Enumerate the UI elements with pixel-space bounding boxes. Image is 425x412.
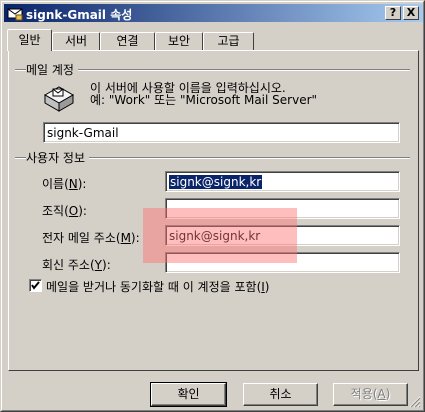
email-address-input[interactable]: signk@signk,kr — [165, 225, 400, 246]
cancel-button[interactable]: 취소 — [243, 383, 318, 406]
tab-panel-general: 메일 계정 이 서버에 사용할 이름을 입력하십시오. 예: "Work" 또는… — [8, 50, 419, 371]
organization-label: 조직(O): — [42, 204, 87, 218]
email-address-label: 전자 메일 주소(M): — [42, 231, 140, 245]
tab-label: 서버 — [64, 34, 88, 48]
checkmark-icon — [31, 281, 40, 290]
tab-label: 연결 — [116, 34, 139, 48]
include-account-checkbox[interactable] — [29, 279, 42, 292]
tab-advanced[interactable]: 고급 — [203, 32, 254, 50]
account-name-input[interactable]: signk-Gmail — [43, 122, 400, 143]
resize-grip-icon[interactable] — [409, 396, 421, 408]
user-info-group-label: 사용자 정보 — [26, 149, 90, 166]
window-title: signk-Gmail 속성 — [26, 8, 133, 22]
tab-label: 일반 — [18, 33, 41, 47]
name-label: 이름(N): — [42, 177, 87, 191]
apply-button[interactable]: 적용(A) — [333, 383, 408, 406]
mail-account-group-label: 메일 계정 — [26, 61, 78, 78]
tab-server[interactable]: 서버 — [52, 32, 100, 50]
name-input[interactable]: signk@signk,kr — [165, 171, 400, 192]
help-button[interactable]: ? — [385, 6, 401, 20]
tab-general[interactable]: 일반 — [7, 29, 52, 51]
ok-button[interactable]: 확인 — [150, 382, 227, 407]
tab-label: 보안 — [167, 34, 191, 48]
reply-address-input[interactable] — [165, 252, 400, 273]
reply-address-label: 회신 주소(Y): — [42, 258, 111, 272]
include-account-label: 메일을 받거나 동기화할 때 이 계정을 포함(I) — [46, 280, 270, 294]
close-button[interactable]: X — [403, 6, 419, 20]
mail-account-icon — [7, 8, 23, 21]
mail-server-icon — [43, 86, 75, 112]
tab-label: 고급 — [217, 34, 240, 48]
name-value: signk@signk,kr — [169, 175, 263, 189]
organization-input[interactable] — [165, 198, 400, 219]
properties-dialog: signk-Gmail 속성 ? X 일반 서버 연결 보안 고급 메일 계정 — [0, 0, 425, 412]
tab-connection[interactable]: 연결 — [100, 32, 155, 50]
instruction-example: 예: "Work" 또는 "Microsoft Mail Server" — [90, 93, 318, 107]
tab-security[interactable]: 보안 — [155, 32, 203, 50]
title-bar[interactable]: signk-Gmail 속성 ? X — [4, 4, 423, 22]
